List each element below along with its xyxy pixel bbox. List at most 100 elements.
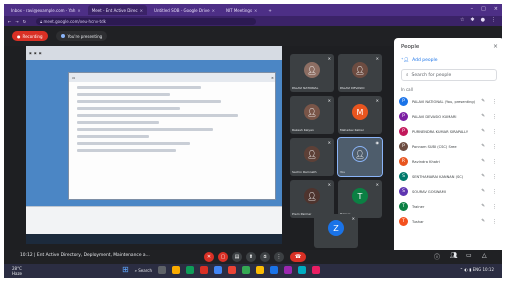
close-window-icon[interactable]: × [494,6,498,12]
captions-button[interactable]: ▤ [232,252,242,262]
search-icon: ⌕ [406,73,409,78]
mic-off-icon[interactable]: ✎ [481,204,485,209]
list-item[interactable]: P PURNENDRA KUMAR SIRAPALLY ✎ ⋮ [399,124,501,139]
more-options-icon[interactable]: ⋮ [492,174,497,180]
reload-icon[interactable]: ↻ [23,19,26,24]
participant-tile[interactable]: ✕ T Trainer [338,180,382,218]
file-explorer-icon[interactable] [171,266,180,274]
present-button[interactable]: ⬆ [246,252,256,262]
new-tab-button[interactable]: + [264,5,275,15]
remote-app-icon: ▣ [29,51,32,55]
maximize-icon[interactable]: □ [481,6,486,12]
app-icon[interactable] [297,266,306,274]
more-options-icon[interactable]: ⋮ [492,159,497,165]
participant-tile[interactable]: ✕ 👤︎ Prem Parmar [290,180,334,218]
remote-file-pane [26,206,282,234]
extensions-icon[interactable]: ✱ [470,17,474,23]
remote-text-line [77,100,222,103]
profile-icon[interactable]: ● [481,17,485,23]
camera-toggle-button[interactable]: ▢ [218,252,228,262]
app-icon[interactable] [311,266,320,274]
app-icon[interactable] [283,266,292,274]
more-options-icon[interactable]: ⋮ [492,189,497,195]
back-icon[interactable]: ← [8,19,11,24]
add-people-button[interactable]: ⁺👤︎ Add people [401,58,438,63]
people-icon[interactable]: 👥︎ [450,252,458,259]
mic-off-icon[interactable]: ✎ [481,219,485,224]
more-options-icon[interactable]: ⋮ [492,129,497,135]
forward-icon[interactable]: → [15,19,18,24]
more-options-button[interactable]: ⋮ [274,252,284,262]
people-search-input[interactable]: ⌕ Search for people [401,69,497,81]
taskbar-search[interactable]: ⌕ Search [135,268,152,273]
list-item[interactable]: P Ponnam SUBI (CSC) Sree ✎ ⋮ [399,139,501,154]
window-controls: – □ × [471,6,498,12]
browser-window: Inbox - ravi@example.com - Yah × Meet - E… [4,4,502,278]
avatar: T [399,217,408,226]
system-tray[interactable]: ⌃ ◐ ▮ ENG 10:12 [460,267,494,272]
mic-off-icon[interactable]: ✎ [481,174,485,179]
mic-off-icon[interactable]: ✎ [481,189,485,194]
shared-screen: ▣ ▣ ▣ ▭ × [26,46,282,244]
tray-clock: ENG 10:12 [472,267,494,272]
self-view-tile[interactable]: ◉ 👤︎ You [337,137,383,177]
meeting-controls: 10:12 | Ent Active Directory, Deployment… [4,250,502,264]
mic-off-icon[interactable]: ✎ [481,114,485,119]
close-icon[interactable]: × [254,8,257,13]
windows-start-icon[interactable]: ⊞ [122,266,129,274]
list-item[interactable]: T Tushar ✎ ⋮ [399,214,501,229]
more-options-icon: ⋮ [276,254,282,260]
participant-tile[interactable]: ✕ 👤︎ Rakesh Kalyan [290,96,334,134]
edge-icon[interactable] [185,266,194,274]
mic-off-icon[interactable]: ✎ [481,99,485,104]
close-icon[interactable]: × [212,8,215,13]
more-options-icon[interactable]: ⋮ [492,204,497,210]
tab-meet[interactable]: Meet - Ent Active Direc × [87,5,148,15]
star-icon[interactable]: ☆ [460,17,464,23]
more-options-icon[interactable]: ⋮ [492,144,497,150]
list-item[interactable]: S SENTHAMARAI KANNAN (SC) ✎ ⋮ [399,169,501,184]
list-item[interactable]: T Trainer ✎ ⋮ [399,199,501,214]
mail-icon[interactable] [199,266,208,274]
close-icon[interactable]: × [77,8,80,13]
more-options-icon[interactable]: ⋮ [492,219,497,225]
participant-photo: 👤︎ [352,62,368,78]
participant-tile[interactable]: ✕ M Mahadev Kalkar [338,96,382,134]
tab-inbox[interactable]: Inbox - ravi@example.com - Yah × [7,5,85,15]
meeting-details-icon[interactable]: ⓘ [434,252,440,261]
mic-off-icon[interactable]: ✎ [481,129,485,134]
close-icon[interactable]: × [493,43,498,50]
tab-drive[interactable]: Untitled SOB - Google Drive × [150,5,219,15]
leave-call-button[interactable]: ☎︎ [290,252,306,262]
activities-icon[interactable]: △ [482,252,487,259]
recording-badge[interactable]: ● Recording [12,31,48,41]
list-item[interactable]: S SOURAV GOSWAMI ✎ ⋮ [399,184,501,199]
participant-tile[interactable]: ✕ 👤︎ PALAVI NATIONAL [290,54,334,92]
more-options-icon[interactable]: ⋮ [492,99,497,105]
minimize-icon[interactable]: – [471,6,474,12]
participant-tile[interactable]: ✕ 👤︎ PALAVI DEVASIO [338,54,382,92]
more-options-icon[interactable]: ⋮ [492,114,497,120]
mic-toggle-button[interactable]: ✕ [204,252,214,262]
weather-widget[interactable]: 28°C Haze [12,266,22,276]
chat-icon[interactable]: ▭ [466,252,472,259]
list-item[interactable]: P PALAVI NATIONAL (You, presenting) ✎ ⋮ [399,94,501,109]
app-icon[interactable] [269,266,278,274]
app-icon[interactable] [255,266,264,274]
mic-off-icon[interactable]: ✎ [481,144,485,149]
store-icon[interactable] [213,266,222,274]
url-field[interactable]: 🔒︎ meet.google.com/xeu-hcnv-tdk [36,17,257,25]
presenting-badge[interactable]: You're presenting [55,31,108,41]
chrome-icon[interactable] [227,266,236,274]
task-view-icon[interactable] [157,266,166,274]
participant-tile[interactable]: ✕ Z [314,214,358,248]
list-item[interactable]: R Ravindra Khatri ✎ ⋮ [399,154,501,169]
list-item[interactable]: P PALAVI DEVASIO KUMARI ✎ ⋮ [399,109,501,124]
close-icon[interactable]: × [140,8,143,13]
mic-off-icon[interactable]: ✎ [481,159,485,164]
menu-icon[interactable]: ⋮ [491,17,496,23]
tab-meetings[interactable]: NIT Meetings × [222,5,261,15]
raise-hand-button[interactable]: ✋︎ [260,252,270,262]
app-icon[interactable] [241,266,250,274]
participant-tile[interactable]: ✕ 👤︎ Sachin Ramnath [290,138,334,176]
